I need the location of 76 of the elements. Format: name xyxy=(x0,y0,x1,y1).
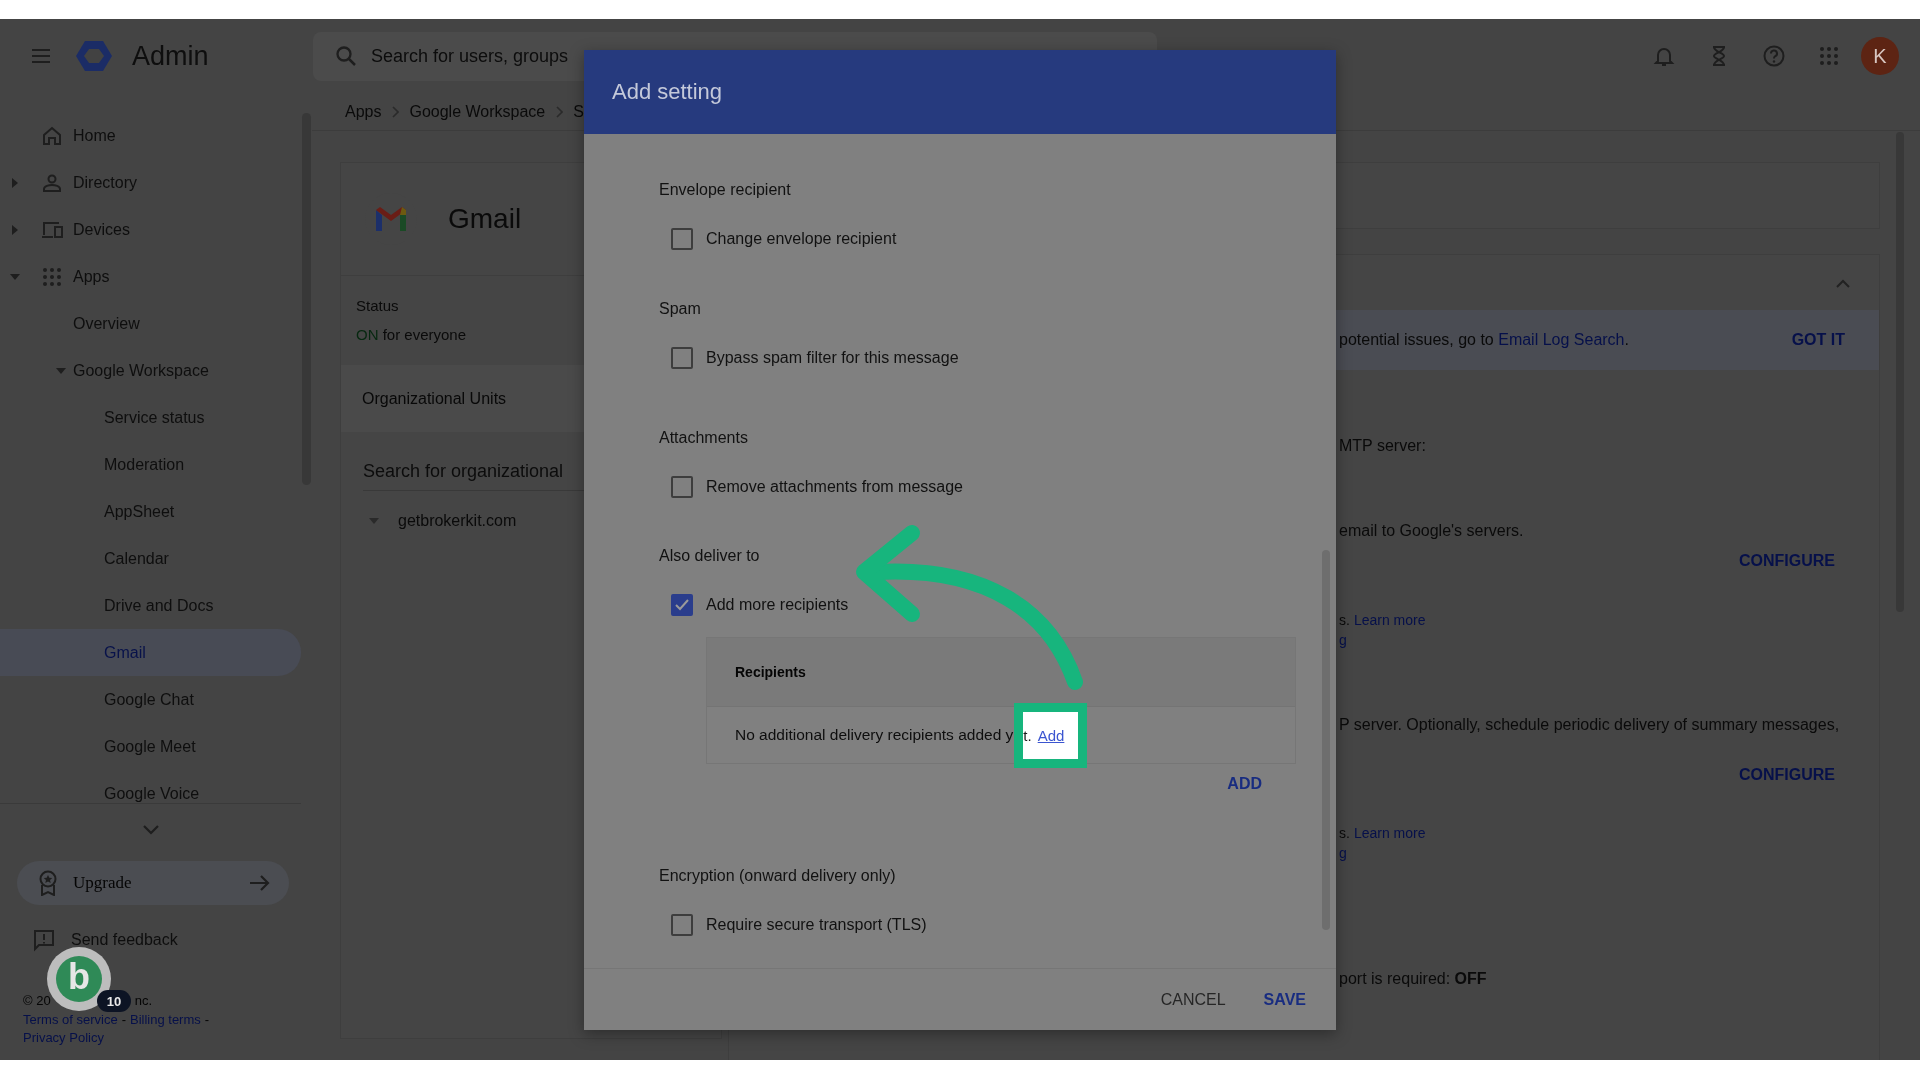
setting-link[interactable]: g xyxy=(1339,845,1347,861)
logo-letter: b xyxy=(68,959,90,995)
check-icon xyxy=(675,599,689,611)
avatar[interactable]: K xyxy=(1861,37,1899,75)
setting-note: s. Learn more xyxy=(1339,611,1427,630)
setting-link[interactable]: g xyxy=(1339,632,1347,648)
checkbox[interactable] xyxy=(671,347,693,369)
tree-item[interactable]: getbrokerkit.com xyxy=(341,499,721,543)
dialog-button[interactable]: SAVE xyxy=(1255,986,1314,1013)
chevron-up-icon[interactable] xyxy=(1835,277,1851,288)
feedback-icon xyxy=(32,928,56,952)
learn-more-link[interactable]: Learn more xyxy=(1353,825,1426,841)
separator-text: - xyxy=(121,1012,126,1027)
chevron-right-icon xyxy=(391,105,400,118)
section-label: Attachments xyxy=(659,428,749,448)
app-title: Gmail xyxy=(448,203,522,235)
search-icon xyxy=(335,45,357,67)
status-label: Status xyxy=(356,297,399,314)
message-text: t. xyxy=(1023,726,1032,744)
section-label: Also deliver to xyxy=(659,546,761,566)
section-label: Spam xyxy=(659,299,702,319)
learn-more-link[interactable]: Learn more xyxy=(1353,612,1426,628)
checkbox-label[interactable]: Require secure transport (TLS) xyxy=(706,916,927,934)
checkbox[interactable] xyxy=(671,914,693,936)
caret-right-icon[interactable] xyxy=(10,224,20,235)
status-text: ON for everyone xyxy=(356,326,467,343)
chevron-down-icon[interactable] xyxy=(141,824,160,836)
checkbox-label[interactable]: Remove attachments from message xyxy=(706,478,963,496)
add-link[interactable]: Add xyxy=(1037,726,1065,744)
add-button[interactable]: ADD xyxy=(1219,771,1270,797)
footer-link[interactable]: Billing terms xyxy=(130,1012,201,1027)
upgrade-button[interactable]: Upgrade xyxy=(17,861,289,905)
caret-down-icon[interactable] xyxy=(10,271,20,282)
configure-button[interactable]: CONFIGURE xyxy=(1731,548,1843,574)
checkbox-label[interactable]: Add more recipients xyxy=(706,596,849,614)
caret-right-icon[interactable] xyxy=(10,177,20,188)
help-icon[interactable] xyxy=(1762,44,1786,68)
dismiss-button[interactable]: GOT IT xyxy=(1783,327,1853,353)
configure-button[interactable]: CONFIGURE xyxy=(1731,762,1843,788)
banner-text: potential issues, go to Email Log Search. xyxy=(1339,331,1630,349)
breadcrumb-link[interactable]: S xyxy=(573,102,584,121)
hexagon-logo-icon xyxy=(76,38,112,74)
checkbox[interactable] xyxy=(671,476,693,498)
separator-text: - xyxy=(204,1012,210,1027)
section-title: Organizational Units xyxy=(362,389,507,408)
breadcrumb-link[interactable]: Apps xyxy=(345,102,382,121)
footer-link[interactable]: Terms of service xyxy=(23,1012,118,1027)
setting-text: port is required: OFF xyxy=(1339,969,1488,989)
footer-link[interactable]: Privacy Policy xyxy=(23,1030,104,1045)
award-icon xyxy=(37,870,59,896)
checkbox[interactable] xyxy=(671,594,693,616)
empty-message: No additional delivery recipients added y xyxy=(735,726,1014,744)
caret-down-icon[interactable] xyxy=(56,365,66,376)
setting-text: P server. Optionally, schedule periodic delivery of summary messages, xyxy=(1339,715,1841,735)
email-log-link[interactable]: Email Log Search xyxy=(1498,331,1625,348)
section-label: Envelope recipient xyxy=(659,180,792,200)
dialog-title: Add setting xyxy=(612,79,723,105)
checkbox-label[interactable]: Bypass spam filter for this message xyxy=(706,349,959,367)
dialog-button[interactable]: CANCEL xyxy=(1152,986,1234,1013)
apps-grid-icon[interactable] xyxy=(1817,44,1841,68)
caret-down-icon[interactable] xyxy=(369,516,379,526)
search-input[interactable]: Search for users, groups xyxy=(371,45,577,67)
chevron-right-icon xyxy=(555,105,564,118)
checkbox[interactable] xyxy=(671,228,693,250)
checkbox-label[interactable]: Change envelope recipient xyxy=(706,230,897,248)
arrow-right-icon xyxy=(249,874,271,892)
count-badge: 10 xyxy=(97,990,131,1012)
search-input[interactable]: Search for organizational xyxy=(363,460,575,482)
copyright-text: nc. xyxy=(134,992,152,1008)
column-header: Recipients xyxy=(735,664,806,680)
breadcrumb-link[interactable]: Google Workspace xyxy=(409,102,546,121)
setting-text: MTP server: xyxy=(1339,436,1427,456)
section-label: Encryption (onward delivery only) xyxy=(659,866,897,886)
nav-item[interactable]: Gmail xyxy=(0,629,301,676)
setting-text: email to Google's servers. xyxy=(1339,521,1525,541)
setting-note: s. Learn more xyxy=(1339,824,1427,843)
